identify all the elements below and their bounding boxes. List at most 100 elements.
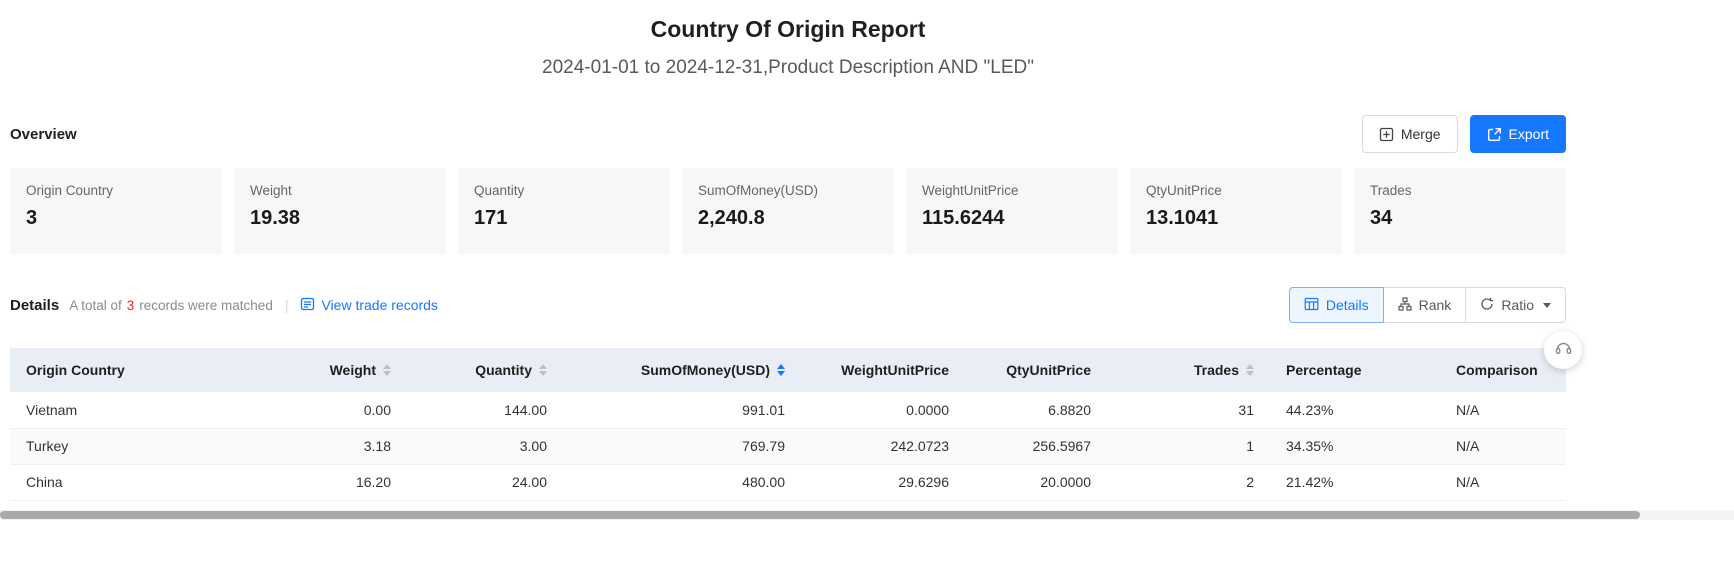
stat-value: 3 xyxy=(26,207,206,230)
stat-value: 13.1041 xyxy=(1146,207,1326,230)
column-header-origin-country: Origin Country xyxy=(10,348,255,392)
overview-section-title: Overview xyxy=(10,126,77,143)
stat-card-trades: Trades 34 xyxy=(1354,168,1566,254)
overview-stat-cards: Origin Country 3 Weight 19.38 Quantity 1… xyxy=(10,168,1566,254)
overview-bar: Overview Merge Export xyxy=(10,114,1566,154)
report-subtitle: 2024-01-01 to 2024-12-31,Product Descrip… xyxy=(10,56,1566,80)
cell-percentage: 44.23% xyxy=(1270,392,1440,428)
cell-origin-country: China xyxy=(10,464,255,500)
stat-value: 115.6244 xyxy=(922,207,1102,230)
table-row-turkey: Turkey 3.18 3.00 769.79 242.0723 256.596… xyxy=(10,428,1566,464)
stat-card-origin-country: Origin Country 3 xyxy=(10,168,222,254)
page-title: Country Of Origin Report xyxy=(10,14,1566,44)
details-bar: Details A total of 3 records were matche… xyxy=(10,286,1566,324)
column-header-percentage: Percentage xyxy=(1270,348,1440,392)
export-icon xyxy=(1487,127,1502,142)
stat-value: 19.38 xyxy=(250,207,430,230)
view-switch: Details Rank Ratio xyxy=(1289,287,1566,323)
stat-label: Quantity xyxy=(474,183,654,198)
merge-button-label: Merge xyxy=(1401,126,1441,142)
column-header-trades[interactable]: Trades xyxy=(1107,348,1270,392)
details-left: Details A total of 3 records were matche… xyxy=(10,297,438,314)
stat-label: QtyUnitPrice xyxy=(1146,183,1326,198)
cell-weight-unit-price: 29.6296 xyxy=(801,464,965,500)
stat-card-sum-of-money: SumOfMoney(USD) 2,240.8 xyxy=(682,168,894,254)
details-section-title: Details xyxy=(10,297,59,314)
details-grid-icon xyxy=(1304,297,1319,314)
view-mode-details-label: Details xyxy=(1326,297,1369,313)
cell-weight-unit-price: 0.0000 xyxy=(801,392,965,428)
stat-value: 171 xyxy=(474,207,654,230)
view-mode-ratio-button[interactable]: Ratio xyxy=(1465,287,1566,323)
ratio-refresh-icon xyxy=(1480,297,1494,314)
cell-weight: 0.00 xyxy=(255,392,407,428)
summary-prefix: A total of xyxy=(69,298,122,313)
cell-comparison: N/A xyxy=(1440,464,1566,500)
stat-card-weight: Weight 19.38 xyxy=(234,168,446,254)
view-mode-details-button[interactable]: Details xyxy=(1289,287,1384,323)
view-trade-records-label: View trade records xyxy=(321,297,437,313)
cell-percentage: 34.35% xyxy=(1270,428,1440,464)
stat-card-quantity: Quantity 171 xyxy=(458,168,670,254)
stat-label: Trades xyxy=(1370,183,1550,198)
cell-qty-unit-price: 256.5967 xyxy=(965,428,1107,464)
vertical-divider: | xyxy=(285,297,289,313)
export-button-label: Export xyxy=(1509,126,1549,142)
view-mode-ratio-label: Ratio xyxy=(1501,297,1534,313)
cell-origin-country: Turkey xyxy=(10,428,255,464)
summary-suffix: records were matched xyxy=(139,298,273,313)
cell-quantity: 3.00 xyxy=(407,428,563,464)
horizontal-scrollbar-thumb[interactable] xyxy=(0,511,1640,519)
overview-actions: Merge Export xyxy=(1362,115,1566,153)
sort-icon xyxy=(1246,364,1254,376)
column-header-weight[interactable]: Weight xyxy=(255,348,407,392)
cell-sum-of-money: 480.00 xyxy=(563,464,801,500)
view-mode-rank-label: Rank xyxy=(1419,297,1452,313)
cell-comparison: N/A xyxy=(1440,428,1566,464)
stat-value: 34 xyxy=(1370,207,1550,230)
cell-weight: 16.20 xyxy=(255,464,407,500)
stat-label: Weight xyxy=(250,183,430,198)
records-summary: A total of 3 records were matched xyxy=(69,298,273,313)
details-table-container: Origin Country Weight Quantity SumOfMone… xyxy=(10,348,1566,501)
view-mode-rank-button[interactable]: Rank xyxy=(1383,287,1467,323)
cell-origin-country: Vietnam xyxy=(10,392,255,428)
details-table: Origin Country Weight Quantity SumOfMone… xyxy=(10,348,1566,501)
cell-qty-unit-price: 20.0000 xyxy=(965,464,1107,500)
cell-trades: 31 xyxy=(1107,392,1270,428)
column-header-sum-of-money[interactable]: SumOfMoney(USD) xyxy=(563,348,801,392)
cell-weight: 3.18 xyxy=(255,428,407,464)
column-header-quantity[interactable]: Quantity xyxy=(407,348,563,392)
stat-card-qty-unit-price: QtyUnitPrice 13.1041 xyxy=(1130,168,1342,254)
column-header-weight-unit-price: WeightUnitPrice xyxy=(801,348,965,392)
merge-icon xyxy=(1379,127,1394,142)
support-fab-button[interactable] xyxy=(1544,331,1582,369)
chevron-down-icon xyxy=(1543,303,1551,308)
cell-weight-unit-price: 242.0723 xyxy=(801,428,965,464)
cell-sum-of-money: 769.79 xyxy=(563,428,801,464)
sort-icon-active xyxy=(777,364,785,376)
stat-label: SumOfMoney(USD) xyxy=(698,183,878,198)
export-button[interactable]: Export xyxy=(1470,115,1566,153)
stat-value: 2,240.8 xyxy=(698,207,878,230)
table-header-row: Origin Country Weight Quantity SumOfMone… xyxy=(10,348,1566,392)
stat-card-weight-unit-price: WeightUnitPrice 115.6244 xyxy=(906,168,1118,254)
stat-label: WeightUnitPrice xyxy=(922,183,1102,198)
table-row-china: China 16.20 24.00 480.00 29.6296 20.0000… xyxy=(10,464,1566,500)
cell-sum-of-money: 991.01 xyxy=(563,392,801,428)
table-row-vietnam: Vietnam 0.00 144.00 991.01 0.0000 6.8820… xyxy=(10,392,1566,428)
records-count: 3 xyxy=(127,298,135,313)
cell-quantity: 24.00 xyxy=(407,464,563,500)
headset-icon xyxy=(1554,339,1573,362)
cell-comparison: N/A xyxy=(1440,392,1566,428)
cell-trades: 1 xyxy=(1107,428,1270,464)
report-header: Country Of Origin Report 2024-01-01 to 2… xyxy=(10,0,1566,80)
cell-qty-unit-price: 6.8820 xyxy=(965,392,1107,428)
sort-icon xyxy=(539,364,547,376)
view-trade-records-link[interactable]: View trade records xyxy=(300,297,437,314)
merge-button[interactable]: Merge xyxy=(1362,115,1458,153)
stat-label: Origin Country xyxy=(26,183,206,198)
horizontal-scrollbar-track[interactable] xyxy=(0,510,1734,520)
cell-quantity: 144.00 xyxy=(407,392,563,428)
cell-trades: 2 xyxy=(1107,464,1270,500)
